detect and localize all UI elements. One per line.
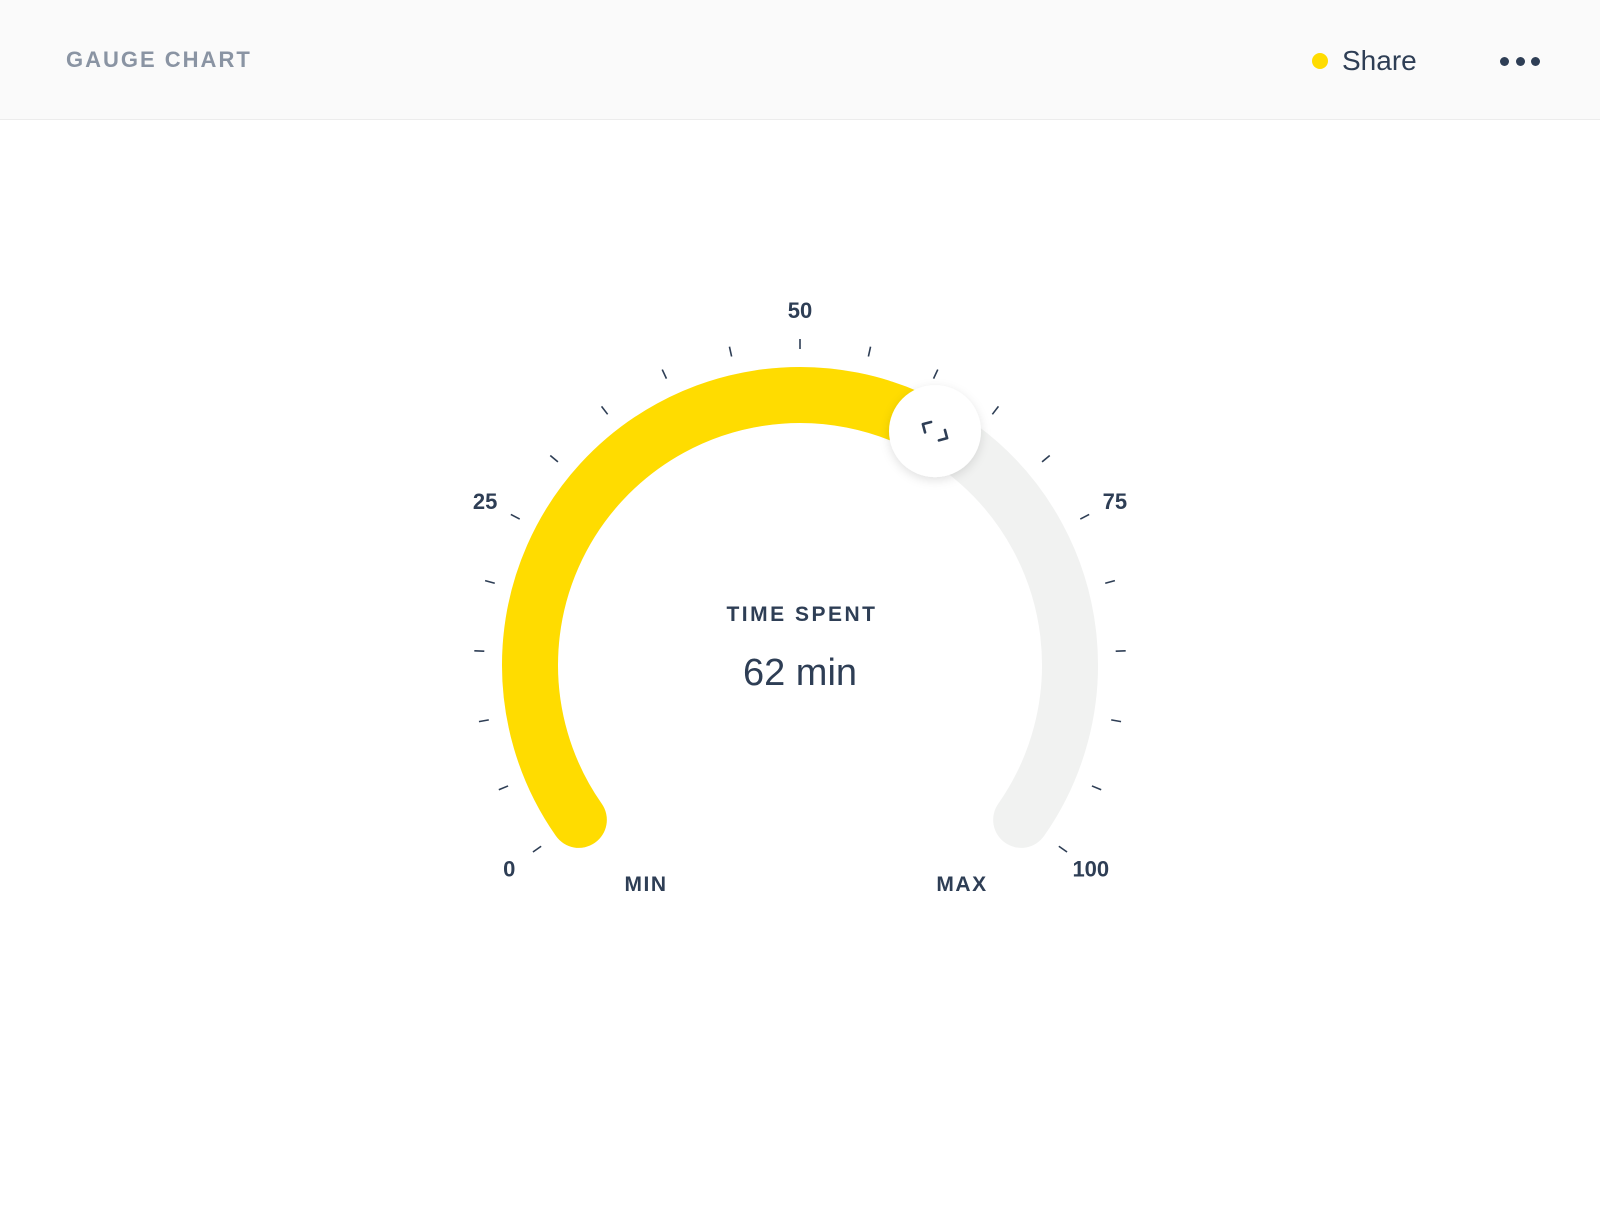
gauge-tick xyxy=(867,346,872,357)
gauge-tick-label: 0 xyxy=(503,857,515,882)
gauge-tick xyxy=(549,454,559,463)
more-options-icon[interactable] xyxy=(1500,46,1540,76)
gauge-tick-label: 75 xyxy=(1103,489,1127,514)
gauge-chart: 0 25 50 75 100 TIME SPENT 62 min MIN MAX xyxy=(473,298,1127,896)
gauge-tick xyxy=(1058,845,1068,853)
share-button[interactable]: Share xyxy=(1312,42,1417,80)
gauge-tick xyxy=(1105,579,1116,584)
gauge-tick xyxy=(498,785,509,791)
status-dot-icon xyxy=(1312,53,1328,69)
min-label: MIN xyxy=(625,873,668,896)
header-bar: GAUGE CHART Share xyxy=(0,0,1600,120)
gauge-tick xyxy=(932,369,939,379)
gauge-tick xyxy=(661,369,668,379)
gauge-tick xyxy=(1091,785,1102,791)
gauge-tick xyxy=(532,845,542,853)
more-dot xyxy=(1500,56,1509,66)
gauge-tick xyxy=(1079,513,1090,520)
gauge-tick xyxy=(600,405,609,415)
gauge-tick xyxy=(991,405,1000,415)
gauge-tick xyxy=(1111,719,1122,723)
share-label: Share xyxy=(1342,45,1417,76)
gauge-tick-label: 25 xyxy=(473,489,497,514)
more-dot xyxy=(1515,56,1525,66)
page-title: GAUGE CHART xyxy=(66,47,252,72)
gauge-tick xyxy=(510,513,521,520)
gauge-tick xyxy=(1041,454,1051,463)
gauge-tick xyxy=(484,579,495,584)
gauge-tick-label: 50 xyxy=(788,298,812,323)
gauge-value: 62 min xyxy=(743,652,857,694)
max-label: MAX xyxy=(936,873,987,896)
gauge-tick-label: 100 xyxy=(1072,857,1109,882)
gauge-handle[interactable] xyxy=(889,385,981,478)
gauge-label: TIME SPENT xyxy=(726,603,877,626)
gauge-tick xyxy=(728,346,733,357)
gauge-handle-knob[interactable] xyxy=(889,385,981,478)
gauge-tick xyxy=(478,719,489,723)
more-dot xyxy=(1531,56,1540,66)
